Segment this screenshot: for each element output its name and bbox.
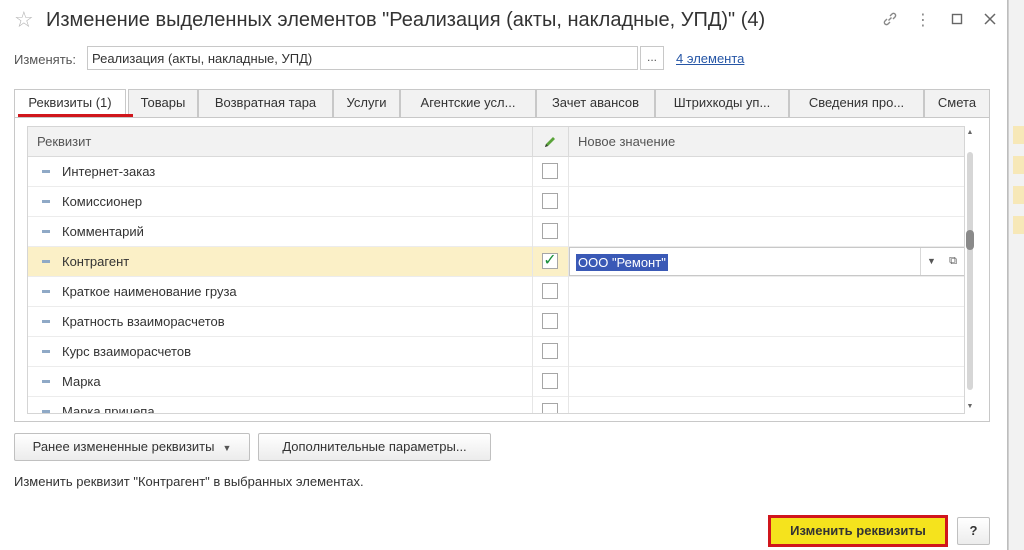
requisite-name: Интернет-заказ bbox=[62, 164, 156, 179]
column-requisite[interactable]: Реквизит bbox=[28, 127, 533, 157]
tab-agent-services[interactable]: Агентские усл... bbox=[400, 89, 536, 117]
maximize-icon[interactable] bbox=[947, 11, 967, 31]
table-row[interactable]: Краткое наименование груза bbox=[28, 277, 964, 307]
table-row[interactable]: Комментарий bbox=[28, 217, 964, 247]
scroll-up-icon[interactable]: ▲ bbox=[965, 128, 975, 138]
tab-services[interactable]: Услуги bbox=[333, 89, 400, 117]
background-cell bbox=[1013, 186, 1024, 204]
select-button[interactable]: ... bbox=[640, 46, 664, 70]
new-value-text: ООО "Ремонт" bbox=[576, 254, 668, 271]
requisite-name: Краткое наименование груза bbox=[62, 284, 237, 299]
change-checkbox-checked[interactable]: ✓ bbox=[542, 253, 558, 269]
requisite-name: Курс взаиморасчетов bbox=[62, 344, 191, 359]
attribute-icon bbox=[42, 320, 50, 323]
attribute-icon bbox=[42, 410, 50, 413]
requisite-name: Кратность взаиморасчетов bbox=[62, 314, 225, 329]
star-icon[interactable]: ☆ bbox=[14, 9, 34, 31]
chevron-down-icon: ▼ bbox=[222, 443, 232, 453]
new-value-input[interactable]: ООО "Ремонт" ▼ ⧉ bbox=[569, 247, 964, 276]
table-row[interactable]: Марка bbox=[28, 367, 964, 397]
change-checkbox[interactable] bbox=[542, 343, 558, 359]
change-selected-dialog: ☆ Изменение выделенных элементов "Реализ… bbox=[0, 0, 1008, 550]
scroll-track[interactable] bbox=[967, 152, 973, 390]
open-icon[interactable]: ⧉ bbox=[942, 248, 964, 275]
tab-bar: Реквизиты (1) Товары Возвратная тара Усл… bbox=[14, 89, 990, 118]
table-row[interactable]: Марка прицепа bbox=[28, 397, 964, 414]
scroll-down-icon[interactable]: ▼ bbox=[965, 402, 975, 412]
background-cell bbox=[1013, 156, 1024, 174]
elements-link[interactable]: 4 элемента bbox=[676, 51, 744, 66]
attribute-icon bbox=[42, 260, 50, 263]
attribute-icon bbox=[42, 200, 50, 203]
table-scrollbar[interactable]: ▲ ▼ bbox=[965, 126, 975, 414]
change-checkbox[interactable] bbox=[542, 193, 558, 209]
tab-barcodes[interactable]: Штрихкоды уп... bbox=[655, 89, 789, 117]
attribute-icon bbox=[42, 350, 50, 353]
scroll-thumb[interactable] bbox=[966, 230, 974, 250]
requisites-panel: Реквизит Новое значение Интернет-заказ К… bbox=[14, 117, 990, 422]
change-label: Изменять: bbox=[14, 52, 77, 67]
attribute-icon bbox=[42, 290, 50, 293]
prev-changed-button[interactable]: Ранее измененные реквизиты ▼ bbox=[14, 433, 250, 461]
change-checkbox[interactable] bbox=[542, 283, 558, 299]
table-header: Реквизит Новое значение bbox=[28, 127, 964, 157]
background-cell bbox=[1013, 126, 1024, 144]
table-row[interactable]: Интернет-заказ bbox=[28, 157, 964, 187]
tab-info[interactable]: Сведения про... bbox=[789, 89, 924, 117]
tab-returnable-packaging[interactable]: Возвратная тара bbox=[198, 89, 333, 117]
requisite-name: Контрагент bbox=[62, 254, 130, 269]
hint-text: Изменить реквизит "Контрагент" в выбранн… bbox=[14, 474, 364, 489]
requisite-name: Комиссионер bbox=[62, 194, 143, 209]
table-row[interactable]: Курс взаиморасчетов bbox=[28, 337, 964, 367]
close-icon[interactable] bbox=[980, 11, 1000, 31]
column-new-value[interactable]: Новое значение bbox=[569, 127, 964, 157]
tab-advance-offset[interactable]: Зачет авансов bbox=[536, 89, 655, 117]
table-row[interactable]: Кратность взаиморасчетов bbox=[28, 307, 964, 337]
attribute-icon bbox=[42, 380, 50, 383]
requisite-name: Комментарий bbox=[62, 224, 144, 239]
requisites-table: Реквизит Новое значение Интернет-заказ К… bbox=[27, 126, 965, 414]
table-row-selected[interactable]: Контрагент ✓ ООО "Ремонт" ▼ ⧉ bbox=[28, 247, 964, 277]
change-checkbox[interactable] bbox=[542, 403, 558, 413]
prev-changed-label: Ранее измененные реквизиты bbox=[32, 439, 215, 454]
requisite-name: Марка bbox=[62, 374, 101, 389]
requisite-name: Марка прицепа bbox=[62, 404, 155, 414]
attribute-icon bbox=[42, 230, 50, 233]
extra-params-button[interactable]: Дополнительные параметры... bbox=[258, 433, 491, 461]
chevron-down-icon[interactable]: ▼ bbox=[920, 248, 942, 275]
table-row[interactable]: Комиссионер bbox=[28, 187, 964, 217]
tab-goods[interactable]: Товары bbox=[128, 89, 198, 117]
change-checkbox[interactable] bbox=[542, 223, 558, 239]
link-icon[interactable] bbox=[880, 11, 900, 31]
title-bar: ☆ Изменение выделенных элементов "Реализ… bbox=[0, 0, 1008, 42]
target-field[interactable]: Реализация (акты, накладные, УПД) bbox=[87, 46, 638, 70]
help-button[interactable]: ? bbox=[957, 517, 990, 545]
background-cell bbox=[1013, 216, 1024, 234]
attribute-icon bbox=[42, 170, 50, 173]
change-checkbox[interactable] bbox=[542, 163, 558, 179]
change-checkbox[interactable] bbox=[542, 313, 558, 329]
more-icon[interactable]: ⋮ bbox=[913, 11, 933, 31]
tab-estimate[interactable]: Смета bbox=[924, 89, 990, 117]
background-app-strip bbox=[1008, 0, 1024, 550]
apply-button[interactable]: Изменить реквизиты bbox=[768, 515, 948, 547]
change-checkbox[interactable] bbox=[542, 373, 558, 389]
window-title: Изменение выделенных элементов "Реализац… bbox=[46, 9, 766, 31]
pencil-icon bbox=[533, 127, 569, 157]
